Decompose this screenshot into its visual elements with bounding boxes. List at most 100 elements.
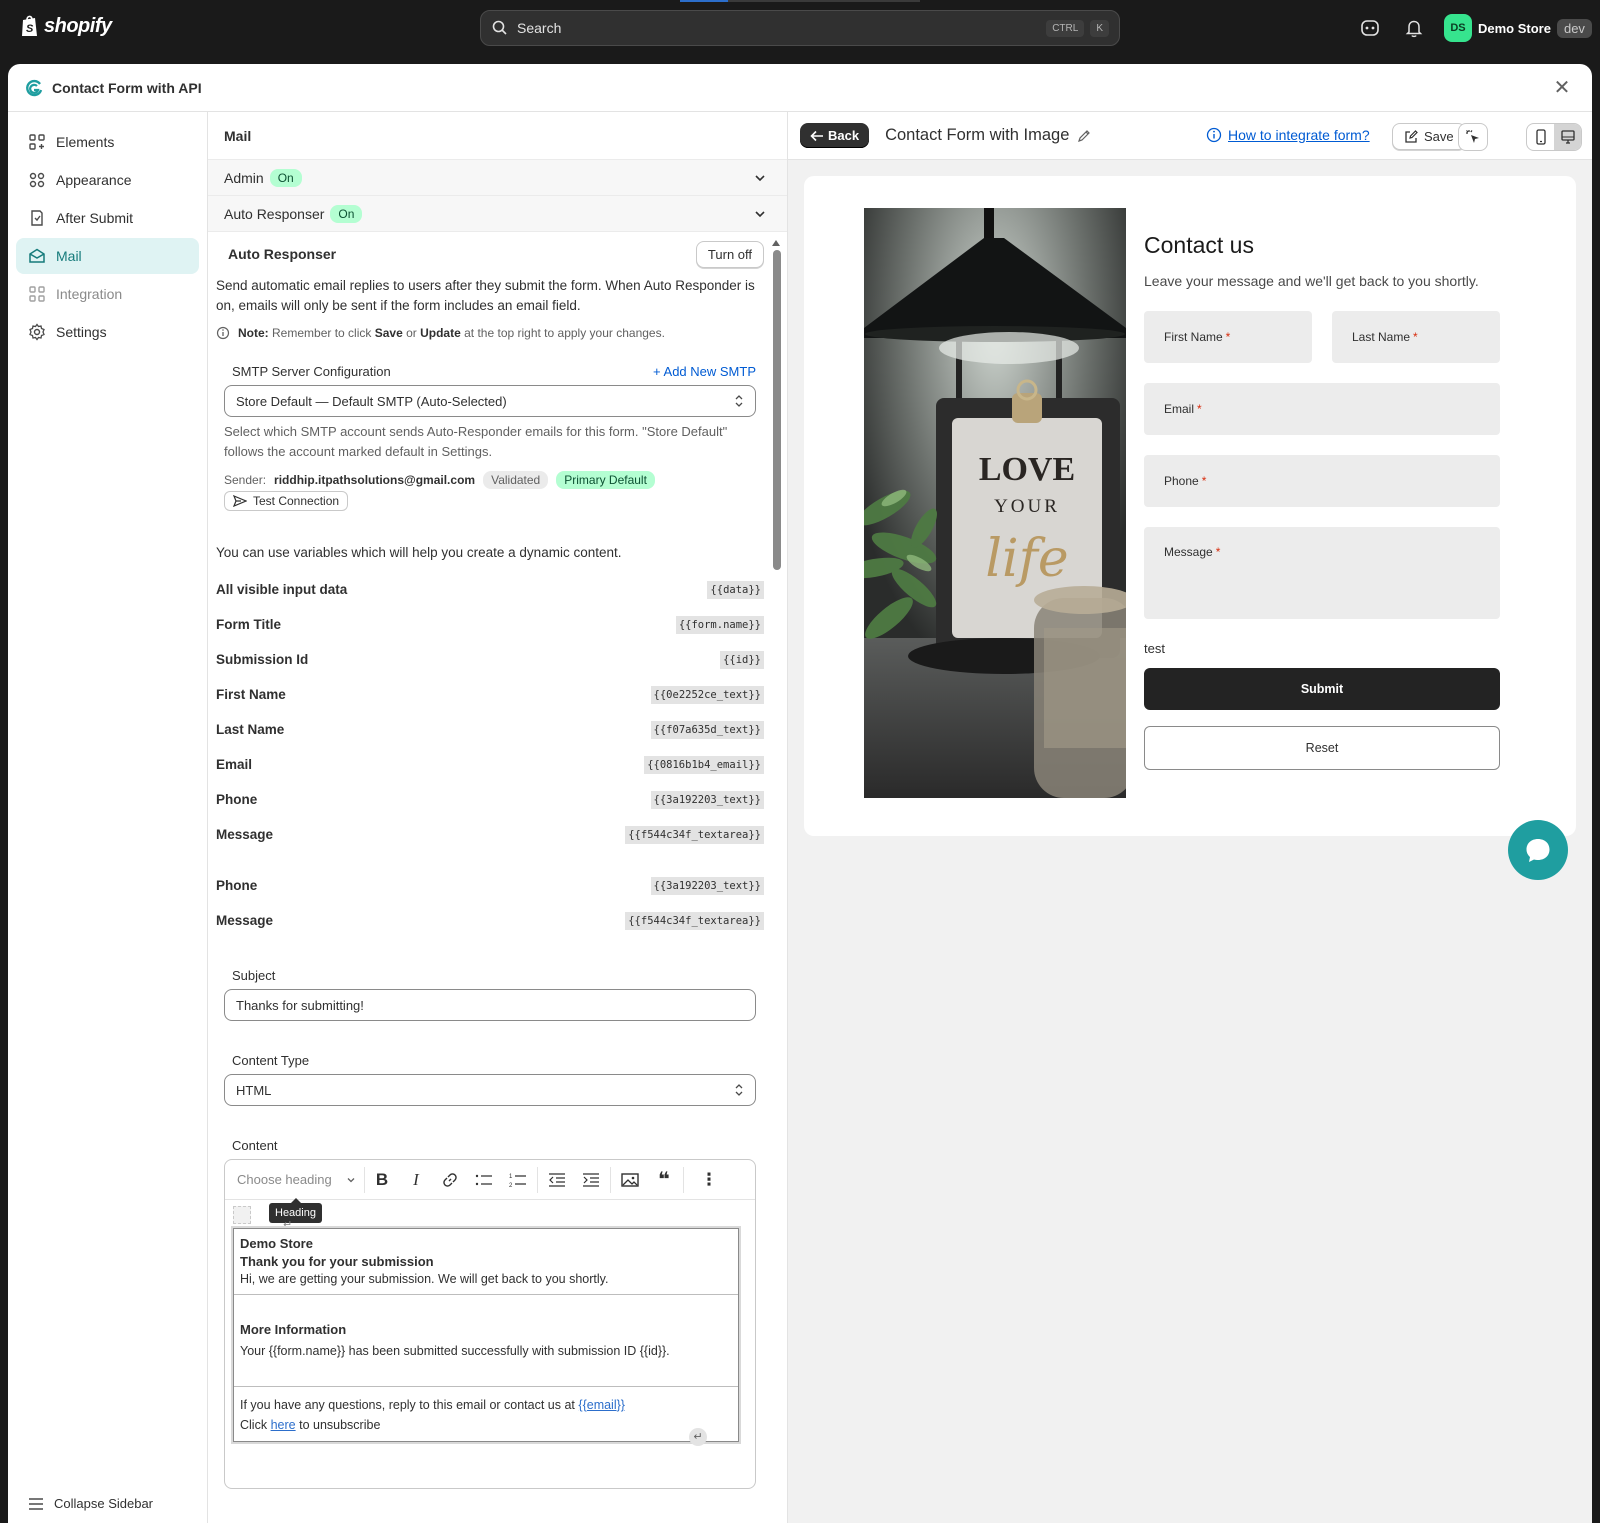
variables-intro: You can use variables which will help yo… [216,545,622,560]
unsubscribe-link[interactable]: here [271,1418,296,1432]
note-or: or [406,326,417,340]
chat-widget-button[interactable] [1508,820,1568,880]
message-field[interactable]: Message * [1144,527,1500,619]
select-arrows-icon [735,395,743,407]
variable-row: Phone {{3a192203_text}} [216,782,764,817]
gear-icon [29,323,45,341]
subject-input[interactable]: Thanks for submitting! [224,989,756,1021]
collapse-sidebar-label: Collapse Sidebar [54,1496,154,1511]
phone-field[interactable]: Phone * [1144,455,1500,507]
variable-code[interactable]: {{data}} [707,580,764,599]
sidekick-icon[interactable] [1359,17,1381,39]
save-button[interactable]: Save [1392,123,1466,150]
numbered-list-icon[interactable]: 12 [501,1167,535,1193]
outdent-icon[interactable] [540,1167,574,1193]
widget-handle[interactable] [233,1206,251,1224]
message-placeholder: Message [1164,545,1213,559]
test-connection-button[interactable]: Test Connection [224,491,349,511]
admin-accordion[interactable]: Admin On [208,160,787,196]
variable-row: All visible input data {{data}} [216,572,764,607]
variable-code[interactable]: {{0816b1b4_email}} [644,755,764,774]
back-button[interactable]: Back [800,123,870,148]
smtp-select[interactable]: Store Default — Default SMTP (Auto-Selec… [224,385,756,417]
sidebar-item-label: Elements [56,134,115,150]
first-name-field[interactable]: First Name * [1144,311,1312,363]
variable-code[interactable]: {{f544c34f_textarea}} [625,911,764,930]
sidebar-item-mail[interactable]: Mail [16,238,199,274]
more-options-icon[interactable]: ⋮ [692,1167,726,1193]
shortcut-k: K [1090,19,1109,37]
collapse-sidebar-button[interactable]: Collapse Sidebar [28,1496,153,1511]
sidebar-item-label: After Submit [56,210,134,226]
variable-code[interactable]: {{form.name}} [675,615,764,634]
variable-code[interactable]: {{id}} [720,650,764,669]
add-smtp-link[interactable]: + Add New SMTP [653,364,756,379]
bulleted-list-icon[interactable] [467,1167,501,1193]
smtp-help-text: Select which SMTP account sends Auto-Res… [224,424,728,459]
last-name-field[interactable]: Last Name * [1332,311,1500,363]
link-icon[interactable] [433,1167,467,1193]
search-bar[interactable]: Search CTRL K [480,10,1120,46]
email-footer-link[interactable]: {{email}} [578,1398,625,1412]
shopify-logo[interactable]: S shopify [20,14,112,38]
app-modal: Contact Form with API ✕ Elements Appeara… [8,64,1592,1523]
top-bar: S shopify Search CTRL K DS Demo Store de… [0,0,1600,56]
sender-row: Sender: riddhip.itpathsolutions@gmail.co… [224,471,756,489]
heading-dropdown[interactable]: Choose heading [237,1166,365,1193]
bell-icon[interactable] [1403,17,1425,39]
store-switcher[interactable]: DS Demo Store dev [1444,14,1592,42]
email-unsubscribe-text: to unsubscribe [299,1418,381,1432]
italic-icon[interactable]: I [399,1167,433,1193]
reset-button[interactable]: Reset [1144,726,1500,770]
blockquote-icon[interactable]: ❝ [647,1167,681,1193]
close-icon[interactable]: ✕ [1552,78,1572,98]
pencil-icon[interactable] [1077,129,1091,143]
image-icon[interactable] [613,1167,647,1193]
indent-icon[interactable] [574,1167,608,1193]
email-template-table[interactable]: Demo Store Thank you for your submission… [233,1228,739,1442]
sidebar-item-settings[interactable]: Settings [16,314,199,350]
chevron-down-icon [755,175,765,182]
sidebar-item-after-submit[interactable]: After Submit [16,200,199,236]
required-mark: * [1215,545,1221,559]
sidebar-item-integration[interactable]: Integration [16,276,199,312]
preview-header: Back Contact Form with Image How to inte… [788,112,1592,160]
heading-tooltip: Heading [269,1198,322,1223]
chat-bubble-icon [1526,839,1550,862]
chevron-down-icon [347,1177,355,1182]
integrate-form-link[interactable]: How to integrate form? [1206,127,1370,143]
rich-text-editor[interactable]: Choose heading B I 12 ❝ ⋮ Heading ↵ Demo… [224,1159,756,1489]
cursor-click-button[interactable] [1458,123,1488,151]
variable-name: Phone [216,792,258,807]
email-more-body: Your {{form.name}} has been submitted su… [240,1344,670,1358]
variable-code[interactable]: {{f544c34f_textarea}} [625,825,764,844]
select-arrows-icon [735,1084,743,1096]
sidebar-item-label: Mail [56,248,82,264]
submit-button[interactable]: Submit [1144,668,1500,710]
note-text-a: Remember to click [272,326,372,340]
scroll-up-arrow[interactable] [772,240,780,246]
desktop-view-button[interactable] [1554,124,1581,150]
scrollbar-thumb[interactable] [773,250,781,570]
variable-code[interactable]: {{f07a635d_text}} [650,720,764,739]
variable-code[interactable]: {{0e2252ce_text}} [650,685,764,704]
bold-icon[interactable]: B [365,1167,399,1193]
variable-name: Phone [216,878,258,893]
sidebar-item-appearance[interactable]: Appearance [16,162,199,198]
turn-off-button[interactable]: Turn off [695,240,764,268]
content-type-select[interactable]: HTML [224,1074,756,1106]
auto-responder-accordion[interactable]: Auto Responser On [208,196,787,232]
heading-placeholder: Choose heading [237,1172,332,1187]
email-footer-text: If you have any questions, reply to this… [240,1398,575,1412]
variable-code[interactable]: {{3a192203_text}} [650,876,764,895]
mobile-view-button[interactable] [1527,124,1554,150]
return-icon[interactable]: ↵ [689,1428,707,1446]
variable-code[interactable]: {{3a192203_text}} [650,790,764,809]
email-field[interactable]: Email * [1144,383,1500,435]
search-input[interactable]: Search [517,20,1040,36]
sidebar-item-elements[interactable]: Elements [16,124,199,160]
send-icon [233,495,247,507]
content-label: Content [224,1138,756,1153]
subject-label-text: Subject [232,968,276,983]
